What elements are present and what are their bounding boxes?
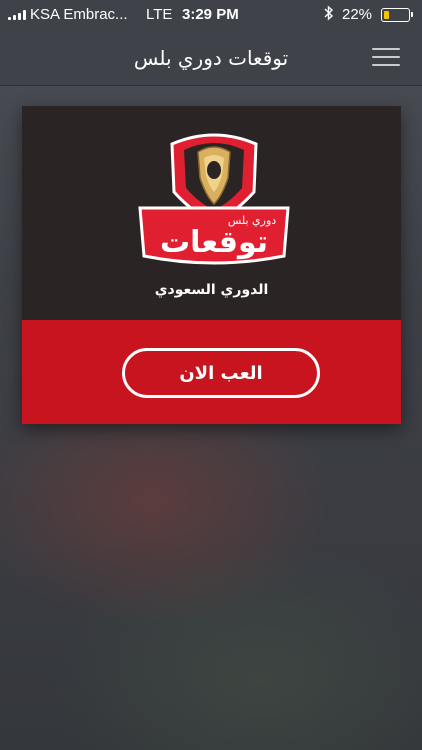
battery-icon xyxy=(381,8,413,22)
bluetooth-icon xyxy=(324,5,334,25)
app-logo: دوري بلس توقعات xyxy=(138,133,290,265)
carrier-name: KSA Embrac... xyxy=(30,6,128,23)
card-header: دوري بلس توقعات الدوري السعودي xyxy=(22,106,401,320)
network-type: LTE xyxy=(146,6,173,23)
page-title: توقعات دوري بلس xyxy=(133,46,289,70)
logo-subtitle: الدوري السعودي xyxy=(154,282,269,298)
navigation-bar: توقعات دوري بلس xyxy=(0,30,422,86)
logo-main-text: توقعات xyxy=(160,225,268,260)
status-bar: KSA Embrac... LTE 3:29 PM 22% xyxy=(0,0,422,30)
clock: 3:29 PM xyxy=(182,6,239,23)
play-now-button[interactable]: العب الان xyxy=(122,348,320,398)
battery-level xyxy=(383,10,389,19)
hamburger-menu-icon[interactable] xyxy=(372,46,402,68)
league-card: دوري بلس توقعات الدوري السعودي العب الان xyxy=(22,106,401,424)
battery-percent: 22% xyxy=(342,6,373,23)
card-action-area: العب الان xyxy=(22,320,401,424)
signal-strength-icon xyxy=(8,10,26,20)
